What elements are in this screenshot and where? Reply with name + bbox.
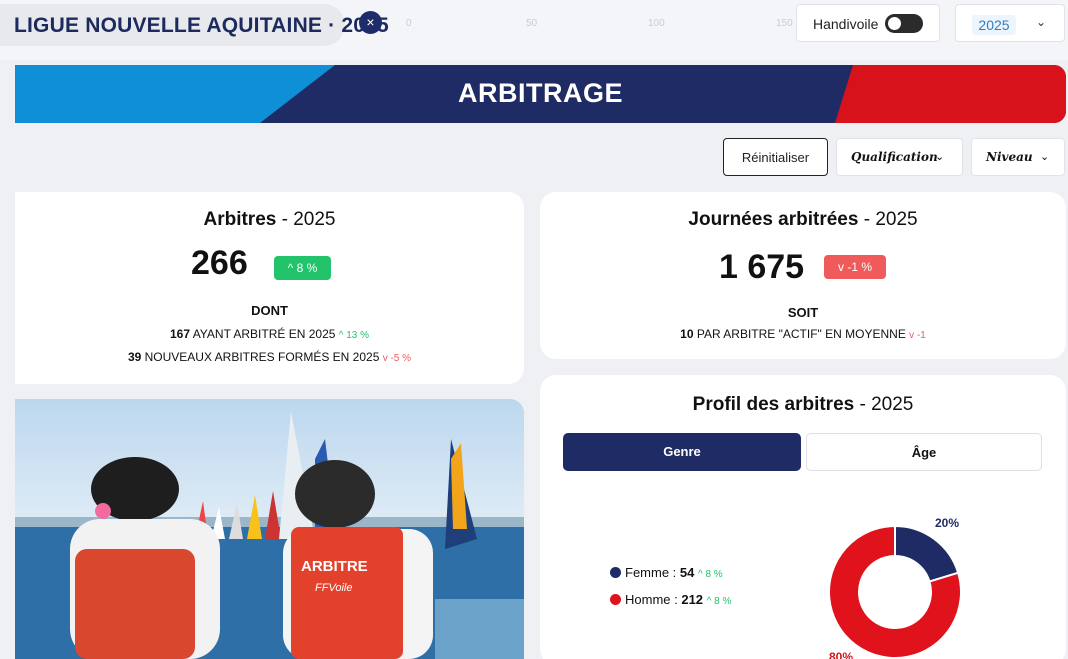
- close-icon[interactable]: ×: [359, 11, 382, 34]
- journees-count: 1 675: [719, 248, 805, 286]
- chevron-down-icon: ⌄: [1036, 15, 1047, 29]
- active-count: 167: [169, 327, 191, 341]
- section-title: ARBITRAGE: [458, 78, 623, 108]
- chevron-down-icon: ⌄: [1040, 151, 1050, 163]
- toggle-knob: [888, 17, 901, 30]
- average-value: 10: [680, 327, 694, 341]
- referees-photo: ARBITRE FFVoile: [15, 399, 524, 659]
- ghost-tick: 150: [776, 18, 793, 29]
- new-delta: v -5 %: [382, 353, 412, 364]
- top-bar: LIGUE NOUVELLE AQUITAINE · 2025 × 0 50 1…: [0, 0, 1068, 60]
- handivoile-label: Handivoile: [813, 16, 879, 32]
- journees-soit-heading: SOIT: [787, 305, 819, 320]
- vest-logo: FFVoile: [315, 582, 353, 594]
- gender-donut-chart: [828, 524, 962, 659]
- year-select-value: 2025: [972, 15, 1016, 35]
- pct-label-femme: 20%: [935, 516, 960, 530]
- arbitres-card: Arbitres - 2025 266 ^ 8 % DONT 167 AYANT…: [15, 192, 524, 384]
- reset-button-label: Réinitialiser: [741, 150, 810, 165]
- homme-dot: [610, 594, 621, 605]
- journees-trend-badge: v -1 %: [824, 255, 886, 279]
- qualification-label: Qualification: [851, 150, 938, 164]
- journees-title: Journées arbitrées: [688, 209, 859, 230]
- average-delta: v -1: [909, 330, 926, 341]
- photo-illustration: ARBITRE FFVoile: [15, 399, 524, 659]
- journees-card: Journées arbitrées - 2025 1 675 v -1 % S…: [540, 192, 1066, 359]
- qualification-dropdown[interactable]: Qualification ⌄: [836, 138, 963, 176]
- homme-label: Homme :: [625, 592, 682, 607]
- new-text: NOUVEAUX ARBITRES FORMÉS EN 2025: [141, 350, 383, 364]
- profil-year: - 2025: [854, 394, 914, 415]
- active-text: AYANT ARBITRÉ EN 2025: [190, 327, 339, 341]
- profil-card: Profil des arbitres - 2025: [540, 375, 1066, 659]
- profil-card-title: Profil des arbitres - 2025: [540, 394, 1066, 416]
- arbitres-dont-heading: DONT: [251, 303, 288, 318]
- pct-label-homme: 80%: [829, 650, 854, 659]
- legend-homme: Homme : 212 ^ 8 %: [610, 592, 731, 607]
- arbitres-active-line: 167 AYANT ARBITRÉ EN 2025 ^ 13 %: [15, 327, 524, 341]
- femme-value: 54: [679, 565, 695, 580]
- arbitres-year: - 2025: [276, 209, 336, 230]
- niveau-dropdown[interactable]: Niveau ⌄: [971, 138, 1065, 176]
- tab-genre[interactable]: Genre: [563, 433, 801, 471]
- average-text: PAR ARBITRE "ACTIF" EN MOYENNE: [693, 327, 910, 341]
- chevron-down-icon: ⌄: [935, 151, 945, 163]
- femme-label: Femme :: [625, 565, 680, 580]
- vest-text: ARBITRE: [301, 558, 368, 575]
- homme-value: 212: [681, 592, 704, 607]
- section-banner: ARBITRAGE: [15, 65, 1066, 123]
- league-filter-chip[interactable]: LIGUE NOUVELLE AQUITAINE · 2025: [0, 4, 389, 46]
- handivoile-toggle[interactable]: [885, 14, 923, 33]
- journees-average-line: 10 PAR ARBITRE "ACTIF" EN MOYENNE v -1: [540, 327, 1066, 341]
- homme-delta: ^ 8 %: [706, 596, 732, 607]
- new-count: 39: [127, 350, 142, 364]
- profil-title: Profil des arbitres: [692, 394, 855, 415]
- reset-button[interactable]: Réinitialiser: [723, 138, 828, 176]
- active-delta: ^ 13 %: [338, 330, 370, 341]
- handivoile-filter: Handivoile: [796, 4, 940, 42]
- arbitres-new-line: 39 NOUVEAUX ARBITRES FORMÉS EN 2025 v -5…: [15, 350, 524, 364]
- journees-card-title: Journées arbitrées - 2025: [540, 209, 1066, 231]
- donut-slice-femme[interactable]: [894, 524, 960, 583]
- arbitres-trend-badge: ^ 8 %: [274, 256, 331, 280]
- journees-year: - 2025: [858, 209, 918, 230]
- ghost-tick: 50: [526, 18, 538, 29]
- ghost-axis-ticks: 0 50 100 150: [400, 18, 800, 32]
- ghost-tick: 0: [406, 18, 412, 29]
- arbitres-card-title: Arbitres - 2025: [15, 209, 524, 231]
- year-select[interactable]: 2025 ⌄: [955, 4, 1065, 42]
- arbitres-title: Arbitres: [203, 209, 277, 230]
- legend-femme: Femme : 54 ^ 8 %: [610, 565, 723, 580]
- arbitres-count: 266: [191, 244, 248, 282]
- femme-dot: [610, 567, 621, 578]
- femme-delta: ^ 8 %: [698, 569, 723, 580]
- niveau-label: Niveau: [986, 150, 1033, 164]
- league-title: LIGUE NOUVELLE AQUITAINE · 2025: [14, 14, 389, 37]
- tab-age[interactable]: Âge: [806, 433, 1042, 471]
- ghost-tick: 100: [648, 18, 665, 29]
